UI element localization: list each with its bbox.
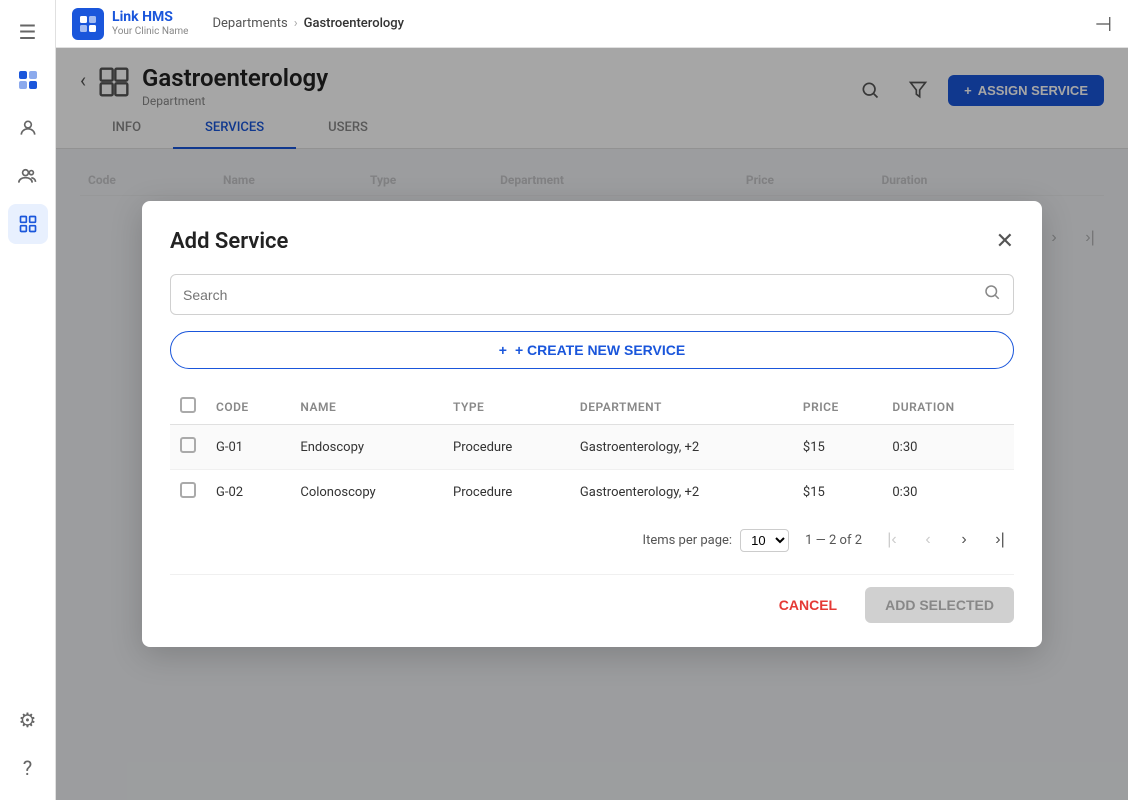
row-checkbox-1[interactable] xyxy=(180,482,196,498)
dialog-footer: CANCEL ADD SELECTED xyxy=(170,574,1014,623)
cell-type: Procedure xyxy=(443,470,570,515)
dialog-title: Add Service xyxy=(170,229,288,254)
next-page-button[interactable]: › xyxy=(950,526,978,554)
topbar: Link HMS Your Clinic Name Departments › … xyxy=(56,0,1128,48)
logout-icon[interactable]: ⊣ xyxy=(1095,12,1112,36)
breadcrumb-current: Gastroenterology xyxy=(304,16,404,31)
breadcrumb-parent[interactable]: Departments xyxy=(212,16,287,31)
page-info: 1 — 2 of 2 xyxy=(805,533,862,548)
search-icon[interactable] xyxy=(983,283,1001,306)
brand-name: Link HMS xyxy=(112,10,188,25)
cell-department: Gastroenterology, +2 xyxy=(570,425,793,470)
items-per-page-select[interactable]: 10 25 50 xyxy=(740,529,789,552)
cell-type: Procedure xyxy=(443,425,570,470)
row-checkbox-0[interactable] xyxy=(180,437,196,453)
col-checkbox xyxy=(170,389,206,425)
sidebar-item-logo xyxy=(8,60,48,100)
sidebar: ☰ ⚙ ? xyxy=(0,0,56,800)
add-service-dialog: Add Service ✕ + + CREATE NEW SERVICE Cod… xyxy=(142,201,1042,647)
cell-department: Gastroenterology, +2 xyxy=(570,470,793,515)
col-price: Price xyxy=(793,389,882,425)
sidebar-item-menu[interactable]: ☰ xyxy=(8,12,48,52)
breadcrumb: Departments › Gastroenterology xyxy=(212,16,404,31)
brand-tagline: Your Clinic Name xyxy=(112,26,188,37)
cell-duration: 0:30 xyxy=(882,470,1014,515)
create-new-service-button[interactable]: + + CREATE NEW SERVICE xyxy=(170,331,1014,369)
create-plus-icon: + xyxy=(499,342,507,358)
col-name: Name xyxy=(290,389,443,425)
main-content: ‹ Gastroenterology Department + ASSIGN S… xyxy=(56,48,1128,800)
sidebar-item-help[interactable]: ? xyxy=(8,748,48,788)
logo: Link HMS Your Clinic Name xyxy=(72,8,188,40)
cell-code: G-01 xyxy=(206,425,290,470)
create-label: + CREATE NEW SERVICE xyxy=(515,342,685,358)
cell-duration: 0:30 xyxy=(882,425,1014,470)
cell-price: $15 xyxy=(793,470,882,515)
logo-icon xyxy=(72,8,104,40)
cell-code: G-02 xyxy=(206,470,290,515)
col-code: Code xyxy=(206,389,290,425)
cell-name: Endoscopy xyxy=(290,425,443,470)
close-button[interactable]: ✕ xyxy=(996,231,1014,253)
sidebar-item-patients[interactable] xyxy=(8,108,48,148)
sidebar-item-users[interactable] xyxy=(8,156,48,196)
select-all-checkbox[interactable] xyxy=(180,397,196,413)
table-row: G-01 Endoscopy Procedure Gastroenterolog… xyxy=(170,425,1014,470)
prev-page-button[interactable]: ‹ xyxy=(914,526,942,554)
add-selected-button[interactable]: ADD SELECTED xyxy=(865,587,1014,623)
table-row: G-02 Colonoscopy Procedure Gastroenterol… xyxy=(170,470,1014,515)
cancel-button[interactable]: CANCEL xyxy=(763,587,853,623)
items-per-page-label: Items per page: xyxy=(643,533,733,548)
col-department: Department xyxy=(570,389,793,425)
search-box xyxy=(170,274,1014,315)
cell-name: Colonoscopy xyxy=(290,470,443,515)
last-page-button[interactable]: ›| xyxy=(986,526,1014,554)
sidebar-item-departments[interactable] xyxy=(8,204,48,244)
col-type: Type xyxy=(443,389,570,425)
search-input[interactable] xyxy=(183,287,983,303)
services-table: Code Name Type Department Price Duration… xyxy=(170,389,1014,514)
cell-price: $15 xyxy=(793,425,882,470)
dialog-header: Add Service ✕ xyxy=(170,229,1014,254)
topbar-right: ⊣ xyxy=(1095,12,1112,36)
first-page-button[interactable]: |‹ xyxy=(878,526,906,554)
dialog-pagination: Items per page: 10 25 50 1 — 2 of 2 |‹ ‹… xyxy=(170,514,1014,554)
sidebar-item-settings[interactable]: ⚙ xyxy=(8,700,48,740)
col-duration: Duration xyxy=(882,389,1014,425)
breadcrumb-sep: › xyxy=(294,16,298,31)
